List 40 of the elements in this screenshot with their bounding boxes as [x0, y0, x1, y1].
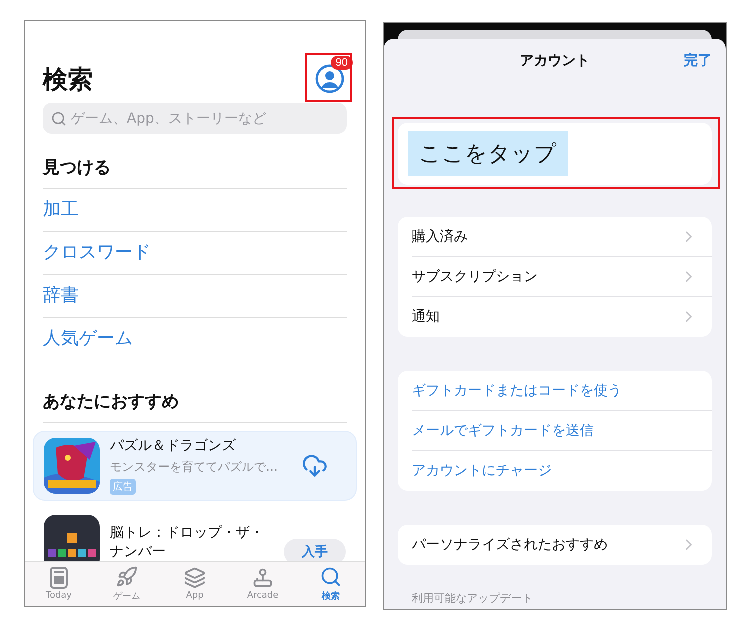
search-icon [320, 566, 342, 588]
account-button[interactable]: 90 [315, 55, 354, 94]
settings-link[interactable]: ギフトカードまたはコードを使う [412, 371, 712, 411]
settings-link[interactable]: アカウントにチャージ [412, 451, 712, 491]
app-card[interactable]: パズル＆ドラゴンズ モンスターを育ててパズルで… 広告 [33, 431, 357, 501]
app-name: 脳トレ：ドロップ・ザ・ナンバー [110, 524, 265, 561]
sheet-title: アカウント [520, 52, 590, 70]
notification-badge: 90 [330, 56, 353, 70]
section-label: 利用可能なアップデート [411, 591, 534, 606]
tab[interactable]: Today [29, 562, 89, 606]
discover-link[interactable]: 辞書 [43, 275, 347, 318]
tab[interactable]: 検索 [301, 562, 361, 606]
settings-link[interactable]: メールでギフトカードを送信 [412, 411, 712, 451]
tab[interactable]: Arcade [233, 562, 293, 606]
discover-link[interactable]: クロスワード [43, 232, 347, 275]
done-button[interactable]: 完了 [684, 52, 712, 70]
app-subtitle: モンスターを育ててパズルで… [110, 458, 279, 476]
joystick-icon [252, 567, 274, 589]
download-button[interactable] [302, 452, 328, 479]
today-icon [50, 567, 68, 589]
settings-row[interactable]: 購入済み [412, 217, 712, 257]
layers-icon [184, 567, 206, 589]
discover-link[interactable]: 人気ゲーム [43, 318, 347, 360]
tab[interactable]: ゲーム [97, 562, 157, 606]
tap-here-label: ここをタップ [408, 131, 568, 176]
settings-row[interactable]: サブスクリプション [412, 257, 712, 297]
app-name: パズル＆ドラゴンズ [110, 437, 237, 456]
search-icon [51, 111, 67, 127]
section-heading: あなたにおすすめ [43, 390, 347, 423]
settings-row[interactable]: 通知 [412, 297, 712, 337]
tab[interactable]: App [165, 562, 225, 606]
section-heading: 見つける [43, 156, 347, 189]
discover-link[interactable]: 加工 [43, 189, 347, 232]
get-button[interactable]: 入手 [284, 538, 346, 561]
ad-tag: 広告 [110, 478, 136, 495]
rocket-icon [116, 566, 138, 588]
account-row[interactable]: ここをタップ [398, 123, 712, 185]
search-field[interactable]: ゲーム、App、ストーリーなど [43, 103, 347, 134]
settings-row[interactable]: パーソナライズされたおすすめ [412, 525, 712, 565]
page-title: 検索 [43, 64, 93, 96]
